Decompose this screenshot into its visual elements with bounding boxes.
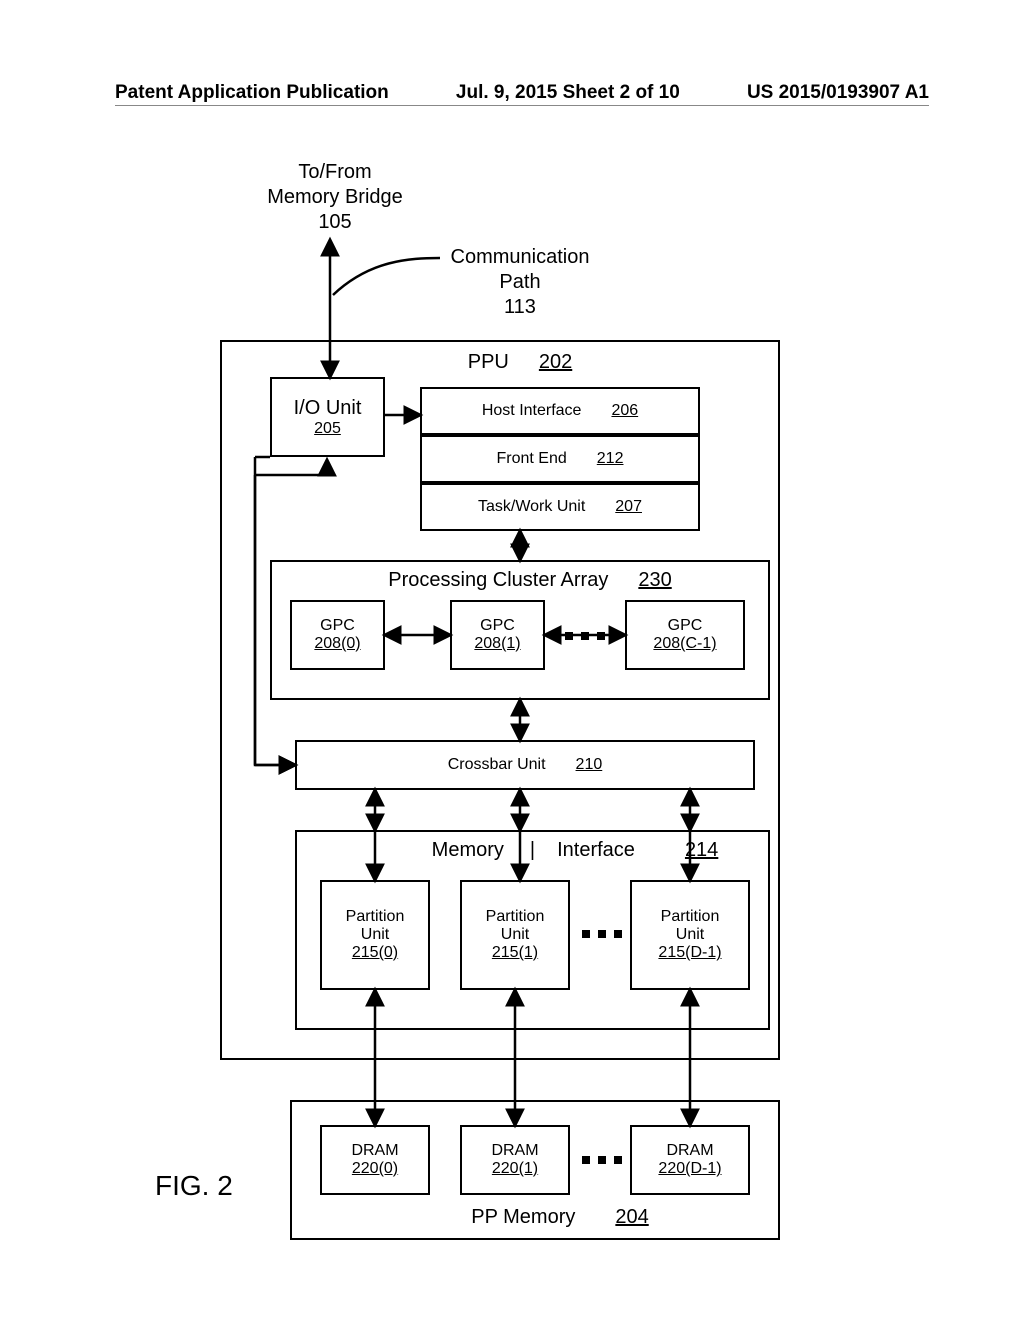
header-left: Patent Application Publication: [115, 82, 389, 104]
figure-label: FIG. 2: [155, 1170, 233, 1202]
page: Patent Application Publication Jul. 9, 2…: [0, 0, 1024, 1320]
header-center: Jul. 9, 2015 Sheet 2 of 10: [456, 82, 680, 104]
page-header: Patent Application Publication Jul. 9, 2…: [115, 82, 929, 104]
figure-2-diagram: To/From Memory Bridge 105 Communication …: [150, 140, 890, 1240]
connectors: [150, 140, 890, 1240]
header-rule: [115, 105, 929, 106]
header-right: US 2015/0193907 A1: [747, 82, 929, 104]
